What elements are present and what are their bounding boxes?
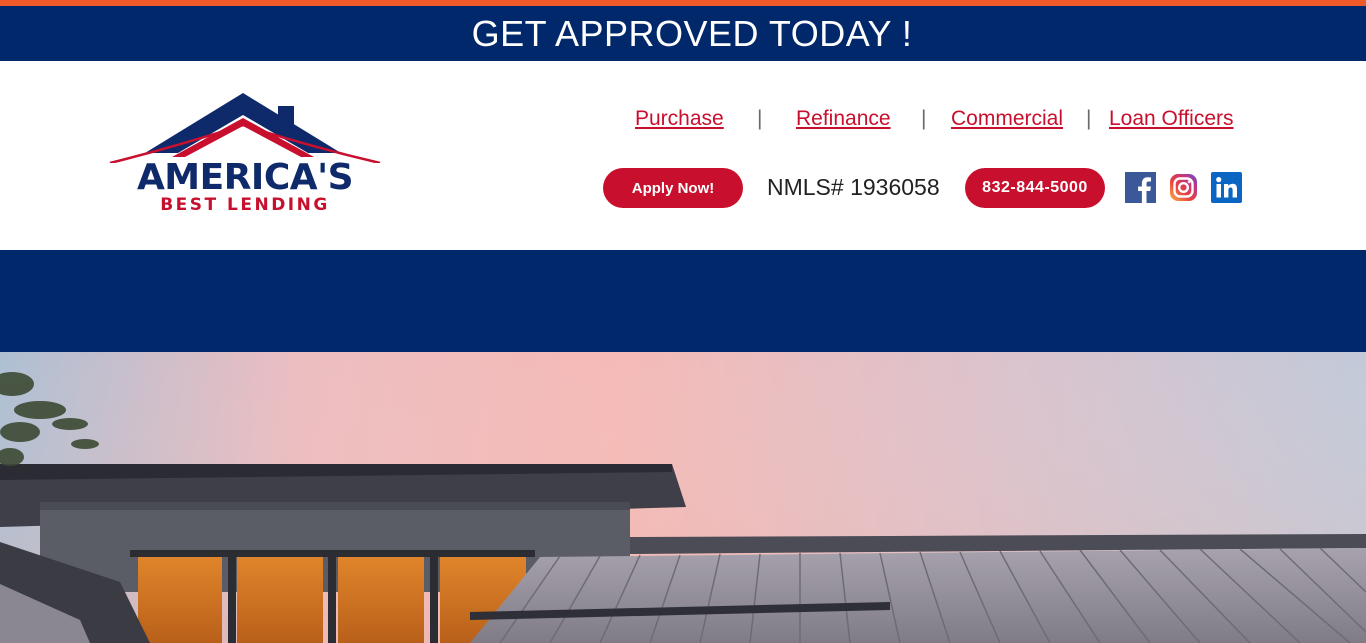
apply-now-button[interactable]: Apply Now! bbox=[603, 168, 743, 208]
nav-commercial[interactable]: Commercial bbox=[951, 107, 1063, 131]
navy-strip bbox=[0, 250, 1366, 352]
house-roof-icon bbox=[109, 93, 381, 163]
promo-banner: GET APPROVED TODAY ! bbox=[0, 6, 1366, 61]
hero-image bbox=[0, 352, 1366, 643]
nav-purchase[interactable]: Purchase bbox=[635, 107, 724, 131]
nav-separator: | bbox=[921, 107, 927, 130]
logo-wordmark: AMERICA'S bbox=[136, 157, 354, 198]
nav-separator: | bbox=[1086, 107, 1092, 130]
linkedin-icon[interactable] bbox=[1211, 172, 1242, 203]
nav-separator: | bbox=[757, 107, 763, 130]
nav-loan-officers[interactable]: Loan Officers bbox=[1109, 107, 1234, 131]
facebook-icon[interactable] bbox=[1125, 172, 1156, 203]
logo-tagline: BEST LENDING bbox=[160, 195, 330, 215]
site-header: AMERICA'S BEST LENDING Purchase | Refina… bbox=[0, 61, 1366, 250]
get-approved-link[interactable]: GET APPROVED TODAY ! bbox=[472, 13, 913, 55]
nav-refinance[interactable]: Refinance bbox=[796, 107, 891, 131]
instagram-icon[interactable] bbox=[1168, 172, 1199, 203]
brand-logo[interactable]: AMERICA'S BEST LENDING bbox=[108, 91, 382, 217]
nmls-number: NMLS# 1936058 bbox=[767, 174, 940, 200]
phone-button[interactable]: 832-844-5000 bbox=[965, 168, 1105, 208]
